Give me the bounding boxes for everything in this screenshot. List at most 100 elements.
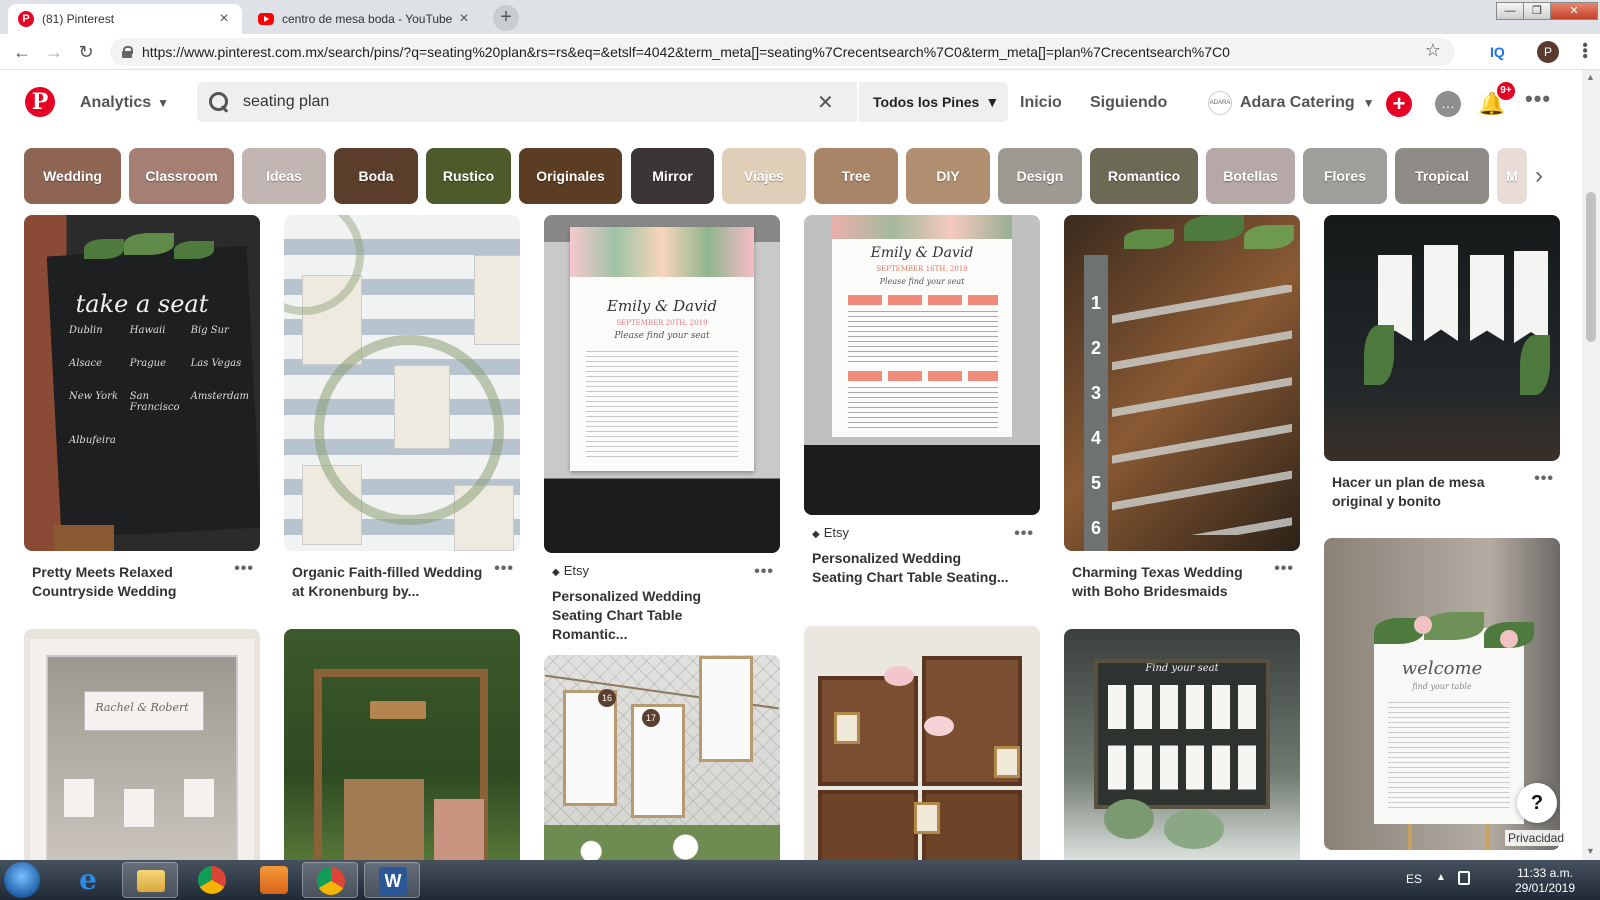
guide-chip-diy[interactable]: DIY [906,148,990,204]
more-options-icon[interactable]: ••• [1014,525,1034,543]
more-options-icon[interactable]: ••• [754,563,774,581]
pin-title[interactable]: Organic Faith-filled Wedding at Kronenbu… [284,560,520,601]
guide-chip-partial[interactable]: M [1497,148,1527,204]
address-bar[interactable]: https://www.pinterest.com.mx/search/pins… [110,38,1455,66]
pin-image[interactable]: take a seat Dublin Hawaii Big Sur Alsace… [24,215,260,551]
bookmark-star-icon[interactable]: ☆ [1425,40,1441,61]
guide-chip-tropical[interactable]: Tropical [1395,148,1489,204]
back-arrow-icon[interactable]: ← [10,40,34,64]
guide-chip-design[interactable]: Design [998,148,1082,204]
pin-title[interactable]: Hacer un plan de mesa original y bonito … [1324,470,1560,511]
taskbar-chrome-active[interactable] [302,862,358,898]
close-icon[interactable]: × [456,10,472,28]
guide-chip-romantico[interactable]: Romantico [1090,148,1198,204]
pin-image[interactable] [284,629,520,860]
search-input[interactable] [243,91,803,113]
pin-title[interactable]: Personalized Wedding Seating Chart Table… [544,587,780,644]
chevron-right-icon[interactable]: › [1535,162,1543,190]
more-options-icon[interactable]: ••• [1534,469,1554,488]
account-menu[interactable]: Adara Catering ▼ [1240,94,1375,112]
nav-home[interactable]: Inicio [1020,94,1062,112]
page-scrollbar[interactable]: ▲ ▼ [1582,70,1600,860]
pin-card[interactable] [284,629,520,860]
pin-card[interactable]: Organic Faith-filled Wedding at Kronenbu… [284,215,520,601]
pin-image[interactable] [1324,215,1560,461]
pin-image[interactable]: 1 2 3 4 5 6 [1064,215,1300,551]
more-options-icon[interactable]: ••• [1525,86,1557,112]
system-clock[interactable]: 11:33 a.m. 29/01/2019 [1505,866,1585,896]
search-scope-dropdown[interactable]: Todos los Pines ▼ [873,94,999,110]
reload-icon[interactable]: ↻ [74,40,98,64]
pin-image[interactable]: Emily & David SEPTEMBER 20TH, 2019 Pleas… [544,215,780,553]
pin-card[interactable]: Hacer un plan de mesa original y bonito … [1324,215,1560,511]
pin-card[interactable] [804,626,1040,860]
pin-card[interactable]: Rachel & Robert [24,629,260,860]
show-hidden-icons-icon[interactable]: ▲ [1436,872,1446,883]
guide-chip-ideas[interactable]: Ideas [242,148,326,204]
guide-chip-rustico[interactable]: Rustico [426,148,511,204]
close-window-button[interactable]: ✕ [1550,2,1598,20]
privacy-link[interactable]: Privacidad [1505,830,1568,846]
search-divider [857,82,859,122]
extension-iq-icon[interactable]: IQ [1490,44,1505,60]
guide-chip-boda[interactable]: Boda [334,148,418,204]
guide-chip-mirror[interactable]: Mirror [631,148,714,204]
pin-card[interactable]: 16 17 [544,655,780,860]
pin-title[interactable]: Charming Texas Wedding with Boho Bridesm… [1064,560,1300,601]
pin-card[interactable]: 1 2 3 4 5 6 Charming Texas Wedding with … [1064,215,1300,601]
tab-pinterest[interactable]: P (81) Pinterest × [8,4,242,34]
forward-arrow-icon[interactable]: → [42,40,66,64]
pin-card[interactable]: Emily & David SEPTEMBER 16TH, 2019 Pleas… [804,215,1040,587]
taskbar-word[interactable]: W [364,862,420,898]
more-options-icon[interactable]: ••• [1274,559,1294,578]
clear-search-icon[interactable]: ✕ [817,90,834,115]
minimize-button[interactable]: — [1496,2,1524,20]
taskbar-internet-explorer[interactable]: e [60,862,116,898]
pin-image[interactable]: Rachel & Robert [24,629,260,860]
pin-image[interactable]: 16 17 [544,655,780,860]
guide-chip-flores[interactable]: Flores [1303,148,1387,204]
more-options-icon[interactable]: ••• [494,559,514,578]
language-indicator[interactable]: ES [1406,872,1422,886]
scroll-down-arrow-icon[interactable]: ▼ [1586,846,1595,856]
pinterest-logo-icon[interactable]: P [25,87,55,117]
nav-following[interactable]: Siguiendo [1090,94,1167,112]
pin-image[interactable]: Emily & David SEPTEMBER 16TH, 2019 Pleas… [804,215,1040,515]
guide-chip-viajes[interactable]: Viajes [722,148,806,204]
profile-avatar[interactable]: P [1537,41,1559,63]
close-icon[interactable]: × [216,10,232,28]
pin-source[interactable]: ◆ Etsy ••• [804,525,1040,543]
action-center-icon[interactable] [1458,871,1470,885]
windows-start-icon[interactable] [4,862,40,898]
taskbar-chrome[interactable] [184,862,240,898]
more-options-icon[interactable]: ••• [234,559,254,578]
new-tab-button[interactable]: + [493,5,519,31]
create-plus-icon[interactable]: + [1386,91,1412,117]
guide-chip-wedding[interactable]: Wedding [24,148,121,204]
pin-card[interactable]: Find your seat [1064,629,1300,860]
pin-card[interactable]: Emily & David SEPTEMBER 20TH, 2019 Pleas… [544,215,780,644]
pin-image[interactable] [284,215,520,551]
pin-image[interactable]: Find your seat [1064,629,1300,860]
tab-youtube[interactable]: centro de mesa boda - YouTube × [248,4,482,34]
guide-chip-classroom[interactable]: Classroom [129,148,234,204]
chevron-down-icon: ▼ [157,96,170,110]
help-button[interactable]: ? [1517,783,1557,823]
taskbar-media-player[interactable] [246,862,302,898]
browser-menu-icon[interactable]: ••• [1575,42,1593,59]
guide-chip-botellas[interactable]: Botellas [1206,148,1295,204]
pin-source[interactable]: ◆ Etsy ••• [544,563,780,581]
analytics-dropdown[interactable]: Analytics ▼ [80,94,169,112]
taskbar-file-explorer[interactable] [122,862,178,898]
scroll-thumb[interactable] [1586,192,1596,342]
guide-chip-originales[interactable]: Originales [519,148,622,204]
messages-icon[interactable]: … [1435,91,1461,117]
account-avatar[interactable]: ADARA [1208,91,1232,115]
pin-card[interactable]: take a seat Dublin Hawaii Big Sur Alsace… [24,215,260,601]
maximize-button[interactable]: ❐ [1523,2,1551,20]
pin-image[interactable] [804,626,1040,860]
guide-chip-tree[interactable]: Tree [814,148,898,204]
pin-title[interactable]: Pretty Meets Relaxed Countryside Wedding… [24,560,260,601]
scroll-up-arrow-icon[interactable]: ▲ [1586,72,1595,82]
pin-title[interactable]: Personalized Wedding Seating Chart Table… [804,549,1040,587]
